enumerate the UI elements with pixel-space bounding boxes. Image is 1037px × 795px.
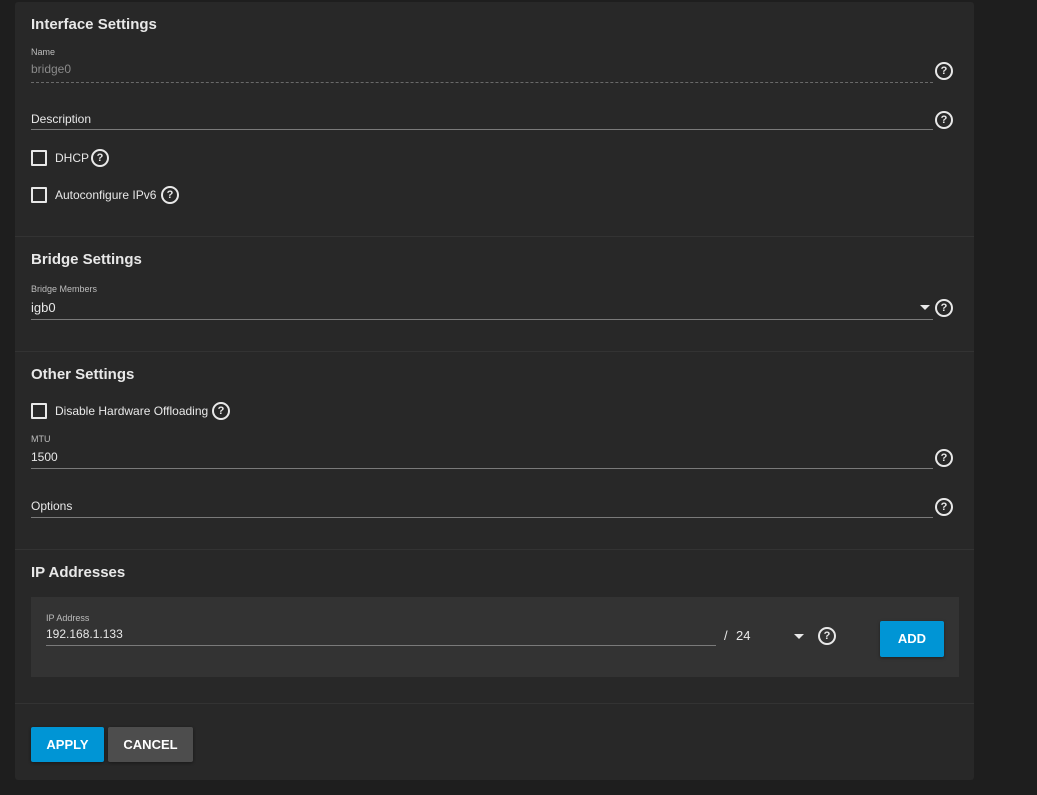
interface-settings-title: Interface Settings [31, 16, 157, 33]
dhcp-help-icon[interactable]: ? [91, 149, 109, 167]
bridge-members-select[interactable]: igb0 [31, 300, 56, 315]
dhcp-checkbox[interactable] [31, 150, 47, 166]
ip-address-input[interactable]: 192.168.1.133 [46, 627, 123, 641]
name-input: bridge0 [31, 62, 72, 76]
name-label: Name [31, 47, 56, 57]
bridge-members-label: Bridge Members [31, 284, 98, 294]
description-help-icon[interactable]: ? [935, 111, 953, 129]
mtu-input[interactable]: 1500 [31, 450, 58, 464]
ipv6-label[interactable]: Autoconfigure IPv6 [55, 188, 156, 202]
options-input[interactable]: Options [31, 499, 72, 513]
options-underline [31, 517, 933, 518]
add-ip-button[interactable]: ADD [880, 621, 944, 657]
ip-addresses-title: IP Addresses [31, 564, 126, 581]
section-divider [15, 703, 974, 704]
description-underline [31, 129, 933, 130]
ip-address-label: IP Address [46, 613, 90, 623]
chevron-down-icon[interactable] [920, 305, 930, 310]
offload-label[interactable]: Disable Hardware Offloading [55, 404, 208, 418]
bridge-members-underline [31, 319, 933, 320]
section-divider [15, 549, 974, 550]
apply-button[interactable]: APPLY [31, 727, 104, 762]
section-divider [15, 351, 974, 352]
netmask-chevron-down-icon[interactable] [794, 634, 804, 639]
netmask-slash: / [724, 628, 728, 643]
mtu-underline [31, 468, 933, 469]
mtu-help-icon[interactable]: ? [935, 449, 953, 467]
description-input[interactable]: Description [31, 112, 91, 126]
options-help-icon[interactable]: ? [935, 498, 953, 516]
section-divider [15, 236, 974, 237]
ip-address-row: IP Address 192.168.1.133 / 24 ? ADD [31, 597, 959, 677]
dhcp-label[interactable]: DHCP [55, 151, 89, 165]
bridge-members-help-icon[interactable]: ? [935, 299, 953, 317]
interface-form-panel: Interface Settings Name bridge0 ? Descri… [15, 2, 974, 780]
bridge-settings-title: Bridge Settings [31, 251, 142, 268]
ip-address-underline [46, 645, 716, 646]
ip-address-help-icon[interactable]: ? [818, 627, 836, 645]
name-underline [31, 82, 933, 83]
offload-checkbox[interactable] [31, 403, 47, 419]
cancel-button[interactable]: CANCEL [108, 727, 193, 762]
offload-help-icon[interactable]: ? [212, 402, 230, 420]
name-help-icon[interactable]: ? [935, 62, 953, 80]
ipv6-checkbox[interactable] [31, 187, 47, 203]
netmask-select[interactable]: 24 [736, 628, 750, 643]
ipv6-help-icon[interactable]: ? [161, 186, 179, 204]
other-settings-title: Other Settings [31, 366, 135, 383]
mtu-label: MTU [31, 434, 51, 444]
